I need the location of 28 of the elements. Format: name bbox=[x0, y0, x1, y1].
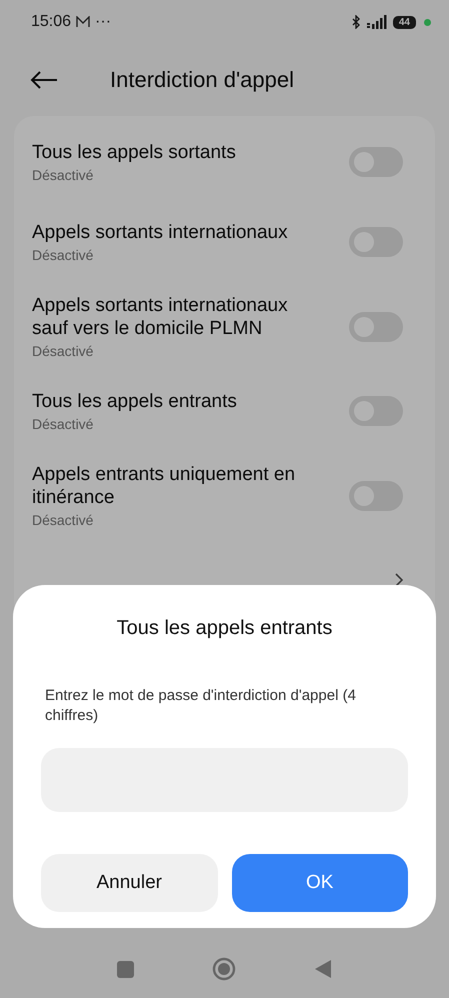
back-arrow-icon bbox=[30, 71, 58, 89]
back-button[interactable] bbox=[30, 71, 58, 89]
cancel-button[interactable]: Annuler bbox=[41, 854, 218, 912]
page-title: Interdiction d'appel bbox=[110, 67, 294, 93]
setting-title: Tous les appels sortants bbox=[32, 141, 237, 164]
bluetooth-icon bbox=[352, 15, 361, 29]
ok-button[interactable]: OK bbox=[232, 854, 408, 912]
setting-status: Désactivé bbox=[32, 512, 94, 528]
privacy-dot-icon bbox=[424, 18, 431, 26]
more-indicator: ··· bbox=[95, 13, 112, 31]
recents-icon[interactable] bbox=[117, 960, 134, 978]
setting-title: Tous les appels entrants bbox=[32, 390, 238, 413]
setting-status: Désactivé bbox=[32, 343, 94, 359]
setting-status: Désactivé bbox=[32, 416, 94, 432]
dialog-title: Tous les appels entrants bbox=[116, 617, 334, 640]
home-icon[interactable] bbox=[212, 957, 236, 981]
password-label: Entrez le mot de passe d'interdiction d'appel (4 chiffres) bbox=[44, 686, 357, 726]
status-time: 15:06 bbox=[31, 13, 72, 31]
setting-status: Désactivé bbox=[32, 167, 94, 183]
chevron-icon bbox=[395, 573, 403, 587]
back-icon[interactable] bbox=[314, 959, 332, 979]
setting-status: Désactivé bbox=[32, 247, 94, 263]
battery-indicator: 44 bbox=[392, 16, 416, 28]
signal-icon bbox=[366, 15, 388, 29]
setting-title: Appels sortants internationaux bbox=[32, 221, 289, 244]
mail-icon bbox=[76, 16, 90, 28]
setting-title: Appels sortants internationaux sauf vers le domicile PLMN bbox=[32, 294, 289, 340]
setting-title: Appels entrants uniquement en itinérance bbox=[32, 463, 296, 509]
